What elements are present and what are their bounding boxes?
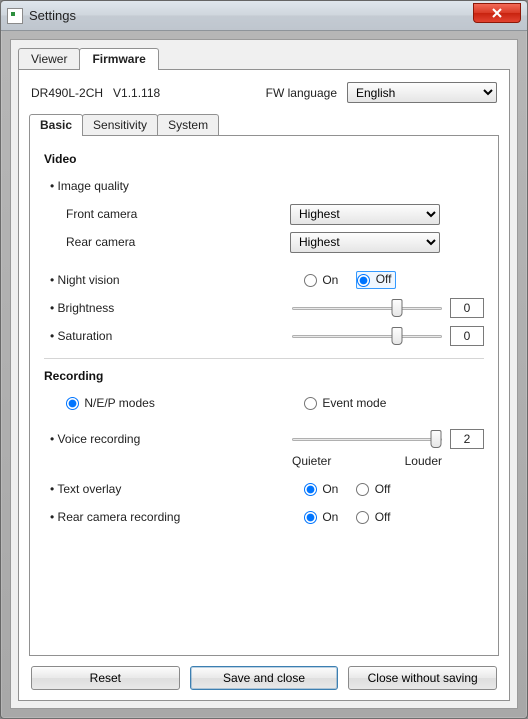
device-model: DR490L-2CH <box>31 86 103 100</box>
brightness-slider[interactable] <box>292 298 442 318</box>
rear-rec-label: Rear camera recording <box>44 510 304 524</box>
front-camera-select[interactable]: Highest <box>290 204 440 225</box>
save-and-close-button[interactable]: Save and close <box>190 666 339 690</box>
client-area: Viewer Firmware DR490L-2CH V1.1.118 FW l… <box>10 39 518 709</box>
tab-firmware[interactable]: Firmware <box>79 48 158 70</box>
fw-language-select[interactable]: English <box>347 82 497 103</box>
tab-sensitivity[interactable]: Sensitivity <box>82 114 158 135</box>
tab-viewer[interactable]: Viewer <box>18 48 80 69</box>
saturation-slider[interactable] <box>292 326 442 346</box>
voice-label: Voice recording <box>44 432 284 446</box>
night-vision-off[interactable]: Off <box>356 271 395 288</box>
window-title: Settings <box>29 8 473 23</box>
panel-basic: Video Image quality Front camera Highest… <box>29 135 499 656</box>
tabs-sub: Basic Sensitivity System <box>29 113 499 135</box>
rear-camera-label: Rear camera <box>44 235 290 249</box>
recording-mode-group: N/E/P modes <box>44 396 304 410</box>
rear-rec-off[interactable]: Off <box>356 510 390 524</box>
recording-heading: Recording <box>44 369 484 383</box>
text-overlay-on[interactable]: On <box>304 482 338 496</box>
app-icon <box>7 8 23 24</box>
device-version: V1.1.118 <box>113 86 160 100</box>
rear-camera-select[interactable]: Highest <box>290 232 440 253</box>
tab-basic[interactable]: Basic <box>29 114 83 136</box>
voice-value: 2 <box>450 429 484 449</box>
text-overlay-off[interactable]: Off <box>356 482 390 496</box>
footer-buttons: Reset Save and close Close without savin… <box>29 656 499 692</box>
voice-slider[interactable] <box>292 429 442 449</box>
saturation-value: 0 <box>450 326 484 346</box>
night-vision-label: Night vision <box>44 273 304 287</box>
panel-firmware: DR490L-2CH V1.1.118 FW language English … <box>18 69 510 701</box>
tab-system[interactable]: System <box>157 114 219 135</box>
settings-window: Settings Viewer Firmware DR490L-2CH V1.1… <box>0 0 528 719</box>
brightness-value: 0 <box>450 298 484 318</box>
close-icon <box>491 8 503 18</box>
tabs-main: Viewer Firmware <box>18 47 510 69</box>
image-quality-label: Image quality <box>44 179 304 193</box>
text-overlay-label: Text overlay <box>44 482 304 496</box>
mode-nep[interactable]: N/E/P modes <box>66 396 155 410</box>
window-close-button[interactable] <box>473 3 521 23</box>
close-without-saving-button[interactable]: Close without saving <box>348 666 497 690</box>
front-camera-label: Front camera <box>44 207 290 221</box>
night-vision-on[interactable]: On <box>304 273 338 287</box>
reset-button[interactable]: Reset <box>31 666 180 690</box>
night-vision-group: On Off <box>304 271 484 288</box>
brightness-label: Brightness <box>44 301 284 315</box>
saturation-label: Saturation <box>44 329 284 343</box>
rear-rec-on[interactable]: On <box>304 510 338 524</box>
voice-scale: Quieter Louder <box>292 454 442 468</box>
fw-language-label: FW language <box>266 86 337 100</box>
mode-event[interactable]: Event mode <box>304 396 386 410</box>
titlebar: Settings <box>1 1 527 31</box>
video-heading: Video <box>44 152 484 166</box>
